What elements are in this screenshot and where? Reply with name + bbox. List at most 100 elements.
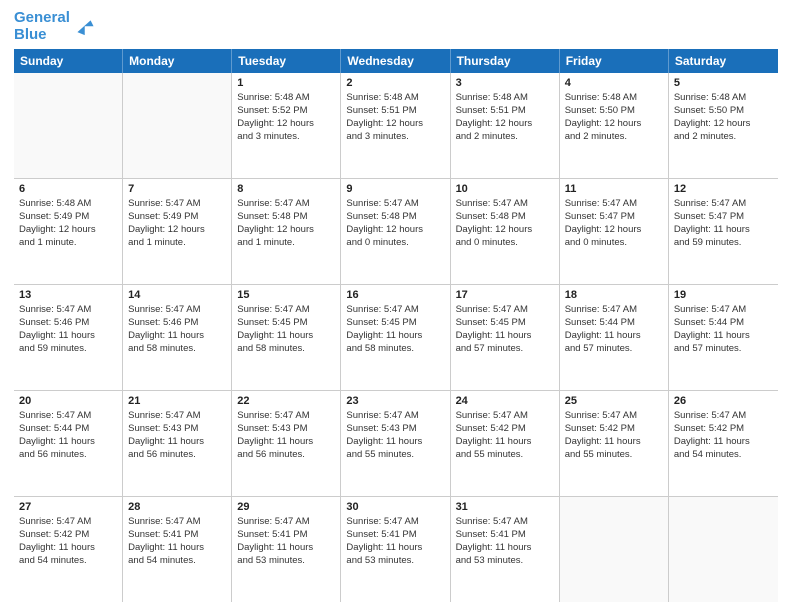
calendar-cell-r2c1: 14Sunrise: 5:47 AM Sunset: 5:46 PM Dayli… <box>123 285 232 390</box>
calendar-cell-r0c3: 2 Sunrise: 5:48 AM Sunset: 5:51 PM Daylig… <box>341 73 450 178</box>
cell-info: Sunrise: 5:47 AM Sunset: 5:42 PM Dayligh… <box>456 410 554 461</box>
day-number: 23 <box>346 394 444 408</box>
cell-info: Sunrise: 5:48 AM Sunset: 5:50 PM Dayligh… <box>674 92 773 143</box>
day-number: 26 <box>674 394 773 408</box>
cell-info: Sunrise: 5:47 AM Sunset: 5:42 PM Dayligh… <box>565 410 663 461</box>
cell-info: Sunrise: 5:47 AM Sunset: 5:42 PM Dayligh… <box>674 410 773 461</box>
day-number: 4 <box>565 76 663 90</box>
cell-info: Sunrise: 5:47 AM Sunset: 5:46 PM Dayligh… <box>19 304 117 355</box>
calendar-cell-r3c2: 22 Sunrise: 5:47 AM Sunset: 5:43 PM Dayli… <box>232 391 341 496</box>
cell-info: Sunrise: 5:47 AM Sunset: 5:44 PM Dayligh… <box>19 410 117 461</box>
day-number: 10 <box>456 182 554 196</box>
day-number: 27 <box>19 500 117 514</box>
calendar-body: 1 Sunrise: 5:48 AM Sunset: 5:52 PM Daylig… <box>14 73 778 602</box>
cell-info: Sunrise: 5:47 AM Sunset: 5:45 PM Dayligh… <box>456 304 554 355</box>
calendar-cell-r4c6 <box>669 497 778 602</box>
day-number: 28 <box>128 500 226 514</box>
calendar-cell-r1c5: 11 Sunrise: 5:47 AM Sunset: 5:47 PM Dayli… <box>560 179 669 284</box>
calendar-cell-r3c5: 25 Sunrise: 5:47 AM Sunset: 5:42 PM Dayli… <box>560 391 669 496</box>
cell-info: Sunrise: 5:48 AM Sunset: 5:49 PM Dayligh… <box>19 198 117 249</box>
day-number: 6 <box>19 182 117 196</box>
logo-text: General Blue <box>14 10 70 43</box>
weekday-header-sunday: Sunday <box>14 49 123 73</box>
day-number: 5 <box>674 76 773 90</box>
cell-info: Sunrise: 5:47 AM Sunset: 5:43 PM Dayligh… <box>346 410 444 461</box>
weekday-header-tuesday: Tuesday <box>232 49 341 73</box>
calendar-cell-r4c1: 28 Sunrise: 5:47 AM Sunset: 5:41 PM Dayli… <box>123 497 232 602</box>
weekday-header-friday: Friday <box>560 49 669 73</box>
calendar-cell-r1c2: 8 Sunrise: 5:47 AM Sunset: 5:48 PM Daylig… <box>232 179 341 284</box>
day-number: 1 <box>237 76 335 90</box>
cell-info: Sunrise: 5:47 AM Sunset: 5:44 PM Dayligh… <box>674 304 773 355</box>
calendar-cell-r0c4: 3Sunrise: 5:48 AM Sunset: 5:51 PM Daylig… <box>451 73 560 178</box>
calendar-cell-r1c0: 6 Sunrise: 5:48 AM Sunset: 5:49 PM Daylig… <box>14 179 123 284</box>
cell-info: Sunrise: 5:47 AM Sunset: 5:48 PM Dayligh… <box>346 198 444 249</box>
calendar: SundayMondayTuesdayWednesdayThursdayFrid… <box>14 49 778 602</box>
calendar-cell-r4c2: 29 Sunrise: 5:47 AM Sunset: 5:41 PM Dayli… <box>232 497 341 602</box>
weekday-header-wednesday: Wednesday <box>341 49 450 73</box>
cell-info: Sunrise: 5:47 AM Sunset: 5:41 PM Dayligh… <box>456 516 554 567</box>
day-number: 8 <box>237 182 335 196</box>
cell-info: Sunrise: 5:47 AM Sunset: 5:41 PM Dayligh… <box>128 516 226 567</box>
calendar-cell-r1c4: 10 Sunrise: 5:47 AM Sunset: 5:48 PM Dayli… <box>451 179 560 284</box>
calendar-cell-r0c1 <box>123 73 232 178</box>
calendar-cell-r2c6: 19 Sunrise: 5:47 AM Sunset: 5:44 PM Dayli… <box>669 285 778 390</box>
cell-info: Sunrise: 5:47 AM Sunset: 5:43 PM Dayligh… <box>237 410 335 461</box>
day-number: 18 <box>565 288 663 302</box>
cell-info: Sunrise: 5:48 AM Sunset: 5:51 PM Dayligh… <box>346 92 444 143</box>
calendar-cell-r4c4: 31 Sunrise: 5:47 AM Sunset: 5:41 PM Dayli… <box>451 497 560 602</box>
cell-info: Sunrise: 5:47 AM Sunset: 5:49 PM Dayligh… <box>128 198 226 249</box>
calendar-cell-r4c0: 27 Sunrise: 5:47 AM Sunset: 5:42 PM Dayli… <box>14 497 123 602</box>
calendar-header: SundayMondayTuesdayWednesdayThursdayFrid… <box>14 49 778 73</box>
day-number: 31 <box>456 500 554 514</box>
calendar-row-2: 6 Sunrise: 5:48 AM Sunset: 5:49 PM Daylig… <box>14 179 778 285</box>
calendar-cell-r1c6: 12Sunrise: 5:47 AM Sunset: 5:47 PM Dayli… <box>669 179 778 284</box>
day-number: 9 <box>346 182 444 196</box>
day-number: 21 <box>128 394 226 408</box>
calendar-row-3: 13 Sunrise: 5:47 AM Sunset: 5:46 PM Dayli… <box>14 285 778 391</box>
cell-info: Sunrise: 5:48 AM Sunset: 5:50 PM Dayligh… <box>565 92 663 143</box>
weekday-header-saturday: Saturday <box>669 49 778 73</box>
day-number: 25 <box>565 394 663 408</box>
calendar-cell-r2c2: 15Sunrise: 5:47 AM Sunset: 5:45 PM Dayli… <box>232 285 341 390</box>
calendar-cell-r3c6: 26 Sunrise: 5:47 AM Sunset: 5:42 PM Dayli… <box>669 391 778 496</box>
cell-info: Sunrise: 5:47 AM Sunset: 5:45 PM Dayligh… <box>237 304 335 355</box>
calendar-cell-r4c5 <box>560 497 669 602</box>
calendar-cell-r2c4: 17 Sunrise: 5:47 AM Sunset: 5:45 PM Dayli… <box>451 285 560 390</box>
cell-info: Sunrise: 5:47 AM Sunset: 5:43 PM Dayligh… <box>128 410 226 461</box>
day-number: 20 <box>19 394 117 408</box>
day-number: 19 <box>674 288 773 302</box>
day-number: 3 <box>456 76 554 90</box>
calendar-cell-r3c4: 24 Sunrise: 5:47 AM Sunset: 5:42 PM Dayli… <box>451 391 560 496</box>
day-number: 24 <box>456 394 554 408</box>
day-number: 13 <box>19 288 117 302</box>
cell-info: Sunrise: 5:47 AM Sunset: 5:41 PM Dayligh… <box>237 516 335 567</box>
logo: General Blue <box>14 10 95 43</box>
cell-info: Sunrise: 5:47 AM Sunset: 5:45 PM Dayligh… <box>346 304 444 355</box>
day-number: 2 <box>346 76 444 90</box>
cell-info: Sunrise: 5:47 AM Sunset: 5:48 PM Dayligh… <box>237 198 335 249</box>
calendar-cell-r0c5: 4 Sunrise: 5:48 AM Sunset: 5:50 PM Daylig… <box>560 73 669 178</box>
cell-info: Sunrise: 5:47 AM Sunset: 5:47 PM Dayligh… <box>565 198 663 249</box>
day-number: 30 <box>346 500 444 514</box>
calendar-cell-r3c3: 23 Sunrise: 5:47 AM Sunset: 5:43 PM Dayli… <box>341 391 450 496</box>
calendar-cell-r1c1: 7Sunrise: 5:47 AM Sunset: 5:49 PM Daylig… <box>123 179 232 284</box>
cell-info: Sunrise: 5:47 AM Sunset: 5:44 PM Dayligh… <box>565 304 663 355</box>
day-number: 29 <box>237 500 335 514</box>
cell-info: Sunrise: 5:48 AM Sunset: 5:52 PM Dayligh… <box>237 92 335 143</box>
cell-info: Sunrise: 5:47 AM Sunset: 5:42 PM Dayligh… <box>19 516 117 567</box>
calendar-row-4: 20 Sunrise: 5:47 AM Sunset: 5:44 PM Dayli… <box>14 391 778 497</box>
calendar-cell-r3c1: 21 Sunrise: 5:47 AM Sunset: 5:43 PM Dayli… <box>123 391 232 496</box>
cell-info: Sunrise: 5:47 AM Sunset: 5:46 PM Dayligh… <box>128 304 226 355</box>
calendar-cell-r0c6: 5 Sunrise: 5:48 AM Sunset: 5:50 PM Daylig… <box>669 73 778 178</box>
calendar-row-5: 27 Sunrise: 5:47 AM Sunset: 5:42 PM Dayli… <box>14 497 778 602</box>
day-number: 11 <box>565 182 663 196</box>
cell-info: Sunrise: 5:47 AM Sunset: 5:48 PM Dayligh… <box>456 198 554 249</box>
calendar-cell-r0c0 <box>14 73 123 178</box>
calendar-row-1: 1 Sunrise: 5:48 AM Sunset: 5:52 PM Daylig… <box>14 73 778 179</box>
page: General Blue SundayMondayTuesdayWednesda… <box>0 0 792 612</box>
day-number: 17 <box>456 288 554 302</box>
day-number: 22 <box>237 394 335 408</box>
logo-icon <box>73 16 95 38</box>
calendar-cell-r2c3: 16Sunrise: 5:47 AM Sunset: 5:45 PM Dayli… <box>341 285 450 390</box>
